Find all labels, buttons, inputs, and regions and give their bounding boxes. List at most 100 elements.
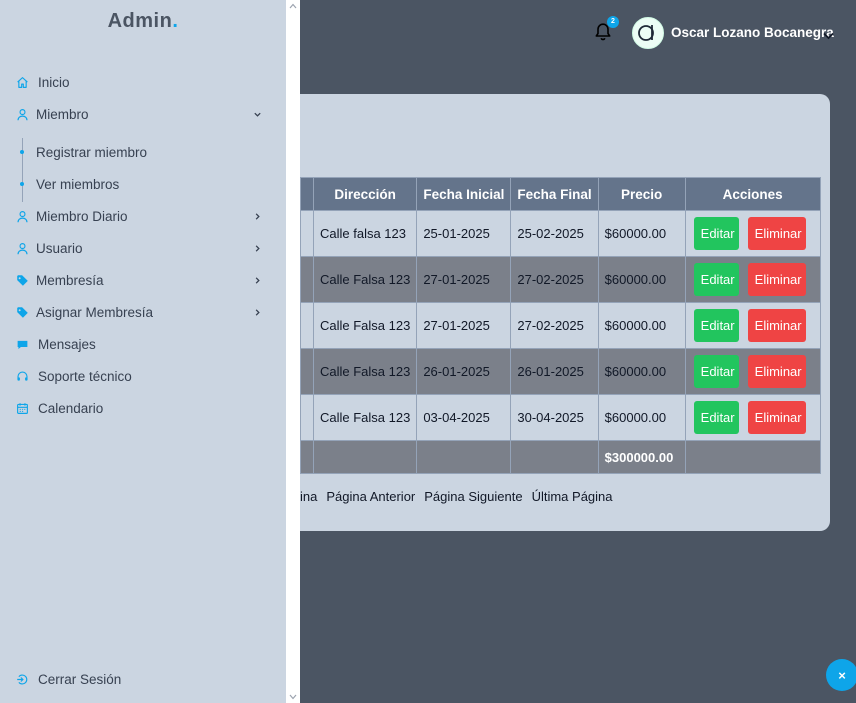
brand-name: Admin <box>107 10 173 32</box>
sidebar-item-usuario[interactable]: Usuario <box>0 234 286 262</box>
table-row: Calle Falsa 123 27-01-2025 27-02-2025 $6… <box>300 256 821 303</box>
table-cell-fecha-inicial: 03-04-2025 <box>416 394 512 441</box>
brand-logo[interactable]: Admin. <box>0 10 286 33</box>
table-cell <box>510 440 599 474</box>
table-cell <box>684 440 821 474</box>
user-icon <box>14 240 30 256</box>
chat-icon <box>14 336 30 352</box>
table-cell-precio: $60000.00 <box>597 394 686 441</box>
table-cell-fecha-final: 25-02-2025 <box>510 210 599 257</box>
logout-button[interactable]: Cerrar Sesión <box>0 665 286 693</box>
table-row: Calle Falsa 123 26-01-2025 26-01-2025 $6… <box>300 348 821 395</box>
table-header-fecha-inicial: Fecha Inicial <box>416 177 512 211</box>
table-cell-precio: $60000.00 <box>597 302 686 349</box>
pagination-next[interactable]: Página Siguiente <box>424 489 522 504</box>
table-total-row: $300000.00 <box>300 440 821 474</box>
tag-icon <box>14 304 30 320</box>
delete-button[interactable]: Eliminar <box>747 355 806 388</box>
delete-button[interactable]: Eliminar <box>747 217 806 250</box>
sidebar-item-calendario[interactable]: Calendario <box>0 394 286 422</box>
sidebar-item-miembro[interactable]: Miembro <box>0 100 286 128</box>
sidebar-item-label: Miembro <box>36 106 89 122</box>
sidebar-subitem-registrar-miembro[interactable]: Registrar miembro <box>0 140 286 164</box>
table-cell <box>312 440 418 474</box>
edit-button[interactable]: Editar <box>693 217 739 250</box>
chevron-right-icon <box>250 273 264 287</box>
bullet-dot <box>20 182 24 186</box>
close-floating-button[interactable]: × <box>826 659 856 691</box>
sidebar-item-label: Usuario <box>36 240 83 256</box>
tag-icon <box>14 272 30 288</box>
sidebar-item-label: Miembro Diario <box>36 208 128 224</box>
table-cell-direccion: Calle Falsa 123 <box>312 348 418 395</box>
headset-icon <box>14 368 30 384</box>
table-cell <box>300 348 314 395</box>
pagination-previous[interactable]: Página Anterior <box>326 489 415 504</box>
sidebar-item-asignar-membresia[interactable]: Asignar Membresía <box>0 298 286 326</box>
user-name[interactable]: Oscar Lozano Bocanegra <box>671 25 834 40</box>
table-cell-fecha-inicial: 26-01-2025 <box>416 348 512 395</box>
sidebar-item-membresia[interactable]: Membresía <box>0 266 286 294</box>
user-icon <box>14 106 30 122</box>
sidebar-scrollbar[interactable] <box>286 0 300 703</box>
table-cell <box>416 440 512 474</box>
table-cell <box>300 302 314 349</box>
calendar-icon <box>14 400 30 416</box>
table-row: Calle falsa 123 25-01-2025 25-02-2025 $6… <box>300 210 821 257</box>
table-cell-fecha-final: 27-02-2025 <box>510 302 599 349</box>
pagination-last[interactable]: Última Página <box>532 489 613 504</box>
scroll-down-arrow-icon[interactable] <box>286 691 300 703</box>
user-logo-icon <box>638 25 654 41</box>
table-cell-direccion: Calle Falsa 123 <box>312 394 418 441</box>
table-total-value: $300000.00 <box>597 440 686 474</box>
sidebar-item-soporte-tecnico[interactable]: Soporte técnico <box>0 362 286 390</box>
sidebar-item-label: Membresía <box>36 272 104 288</box>
table-row: Calle Falsa 123 27-01-2025 27-02-2025 $6… <box>300 302 821 349</box>
table-cell-direccion: Calle Falsa 123 <box>312 302 418 349</box>
table-header-row: Dirección Fecha Inicial Fecha Final Prec… <box>300 177 821 211</box>
table-header-direccion: Dirección <box>312 177 418 211</box>
sidebar-item-label: Inicio <box>38 74 70 90</box>
table-cell-fecha-inicial: 25-01-2025 <box>416 210 512 257</box>
close-icon: × <box>838 667 846 683</box>
sidebar-item-inicio[interactable]: Inicio <box>0 68 286 96</box>
table-cell-precio: $60000.00 <box>597 348 686 395</box>
table-cell-precio: $60000.00 <box>597 256 686 303</box>
table-cell-fecha-inicial: 27-01-2025 <box>416 256 512 303</box>
avatar[interactable] <box>632 17 664 49</box>
edit-button[interactable]: Editar <box>693 309 739 342</box>
table-cell-direccion: Calle Falsa 123 <box>312 256 418 303</box>
delete-button[interactable]: Eliminar <box>747 401 806 434</box>
table-header-precio: Precio <box>597 177 686 211</box>
chevron-down-icon[interactable] <box>823 27 835 40</box>
chevron-right-icon <box>250 209 264 223</box>
table-cell <box>300 394 314 441</box>
chevron-down-icon <box>250 107 264 121</box>
sidebar-subitem-label: Registrar miembro <box>36 144 148 160</box>
sidebar-item-miembro-diario[interactable]: Miembro Diario <box>0 202 286 230</box>
table-cell <box>300 256 314 303</box>
table-cell-fecha-inicial: 27-01-2025 <box>416 302 512 349</box>
sidebar-subitem-ver-miembros[interactable]: Ver miembros <box>0 172 286 196</box>
sidebar-item-label: Soporte técnico <box>38 368 132 384</box>
sidebar-item-label: Calendario <box>38 400 104 416</box>
home-icon <box>14 74 30 90</box>
table-cell <box>300 210 314 257</box>
table-cell-direccion: Calle falsa 123 <box>312 210 418 257</box>
pagination: ina Página Anterior Página Siguiente Última… <box>300 489 622 505</box>
table-cell-precio: $60000.00 <box>597 210 686 257</box>
delete-button[interactable]: Eliminar <box>747 263 806 296</box>
edit-button[interactable]: Editar <box>693 355 739 388</box>
sidebar-subitem-label: Ver miembros <box>36 176 120 192</box>
notifications-button[interactable]: 2 <box>594 16 619 44</box>
delete-button[interactable]: Eliminar <box>747 309 806 342</box>
scroll-up-arrow-icon[interactable] <box>286 0 300 12</box>
table-cell-acciones: Editar Eliminar <box>684 348 821 395</box>
bullet-dot <box>20 150 24 154</box>
table-cell-fecha-final: 27-02-2025 <box>510 256 599 303</box>
edit-button[interactable]: Editar <box>693 401 739 434</box>
edit-button[interactable]: Editar <box>693 263 739 296</box>
sidebar-item-mensajes[interactable]: Mensajes <box>0 330 286 358</box>
pagination-first[interactable]: ina <box>300 489 317 504</box>
table-row: Calle Falsa 123 03-04-2025 30-04-2025 $6… <box>300 394 821 441</box>
